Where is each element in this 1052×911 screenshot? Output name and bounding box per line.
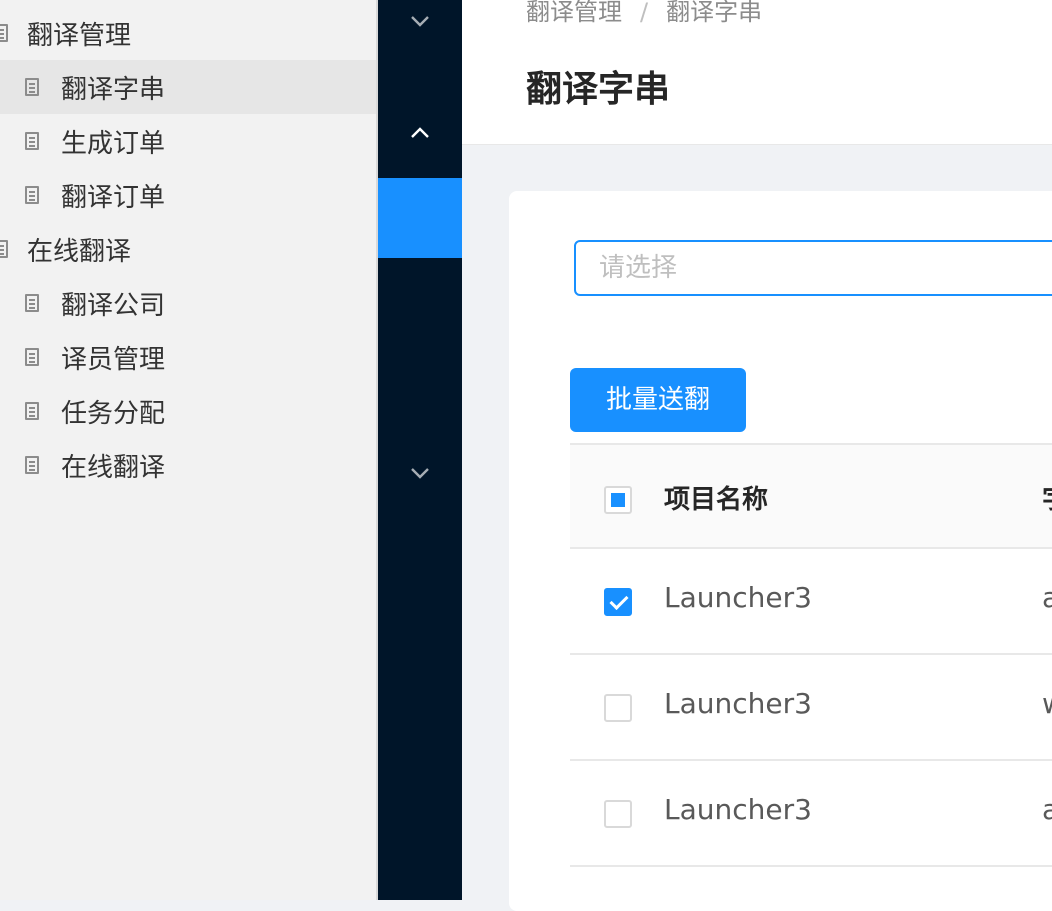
breadcrumb-item[interactable]: 翻译管理 bbox=[526, 0, 622, 26]
tree-item-label: 生成订单 bbox=[61, 128, 166, 159]
tree-item-translation-strings[interactable]: 翻译字串 bbox=[0, 60, 376, 114]
document-icon bbox=[25, 456, 39, 474]
breadcrumb-item: 翻译字串 bbox=[666, 0, 763, 26]
menu-tree: 翻译管理 翻译字串 生成订单 翻译订单 在线翻译 翻译公司 译员管理 任务分配 … bbox=[0, 0, 378, 900]
tree-item-translation-company[interactable]: 翻译公司 bbox=[0, 276, 376, 330]
project-select[interactable]: 请选择 bbox=[574, 240, 1052, 296]
chevron-down-icon[interactable] bbox=[405, 458, 435, 488]
project-name-cell: Launcher3 bbox=[664, 687, 812, 720]
document-icon bbox=[25, 348, 39, 366]
content-card: 请选择 批量送翻 项目名称 字 Launcher3 a Launcher3 w … bbox=[509, 191, 1052, 911]
side-nav-strip bbox=[378, 0, 462, 900]
tree-item-label: 在线翻译 bbox=[27, 236, 132, 267]
document-icon bbox=[25, 132, 39, 150]
tree-item-label: 在线翻译 bbox=[61, 452, 166, 483]
tree-item-translation-order[interactable]: 翻译订单 bbox=[0, 168, 376, 222]
table-cell: a bbox=[1042, 793, 1052, 826]
tree-item-generate-order[interactable]: 生成订单 bbox=[0, 114, 376, 168]
table-header: 项目名称 字 bbox=[570, 443, 1052, 549]
chevron-up-icon[interactable] bbox=[405, 118, 435, 148]
row-checkbox[interactable] bbox=[604, 588, 632, 616]
table-row[interactable]: Launcher3 a bbox=[570, 549, 1052, 655]
chevron-down-icon[interactable] bbox=[405, 6, 435, 36]
tree-item-label: 译员管理 bbox=[61, 344, 166, 375]
tree-item-label: 翻译管理 bbox=[27, 20, 132, 51]
document-icon bbox=[25, 78, 39, 96]
project-name-cell: Launcher3 bbox=[664, 581, 812, 614]
page-header: 翻译管理 / 翻译字串 翻译字串 bbox=[462, 0, 1052, 145]
table-row[interactable]: Launcher3 w bbox=[570, 655, 1052, 761]
batch-send-translation-button[interactable]: 批量送翻 bbox=[570, 368, 746, 432]
row-checkbox[interactable] bbox=[604, 694, 632, 722]
tree-item-translation-management[interactable]: 翻译管理 bbox=[0, 6, 376, 60]
tree-item-label: 翻译公司 bbox=[61, 290, 166, 321]
table-cell: a bbox=[1042, 581, 1052, 614]
tree-item-label: 任务分配 bbox=[61, 398, 166, 429]
tree-item-label: 翻译订单 bbox=[61, 182, 166, 213]
table-row[interactable]: Launcher3 a bbox=[570, 761, 1052, 867]
tree-item-translator-management[interactable]: 译员管理 bbox=[0, 330, 376, 384]
breadcrumb: 翻译管理 / 翻译字串 bbox=[526, 0, 762, 27]
select-all-checkbox[interactable] bbox=[604, 486, 632, 514]
tree-item-online-translation-group[interactable]: 在线翻译 bbox=[0, 222, 376, 276]
document-icon bbox=[25, 294, 39, 312]
tree-item-online-translation[interactable]: 在线翻译 bbox=[0, 438, 376, 492]
row-checkbox[interactable] bbox=[604, 800, 632, 828]
page-title: 翻译字串 bbox=[526, 69, 671, 110]
column-header: 字 bbox=[1042, 479, 1052, 516]
breadcrumb-separator: / bbox=[640, 0, 649, 26]
tree-item-label: 翻译字串 bbox=[61, 74, 166, 105]
document-icon bbox=[0, 24, 8, 42]
document-icon bbox=[25, 186, 39, 204]
active-menu-highlight[interactable] bbox=[378, 178, 462, 258]
tree-item-task-assignment[interactable]: 任务分配 bbox=[0, 384, 376, 438]
table-cell: w bbox=[1042, 687, 1052, 720]
document-icon bbox=[0, 240, 8, 258]
column-header-project-name: 项目名称 bbox=[664, 485, 769, 515]
document-icon bbox=[25, 402, 39, 420]
project-name-cell: Launcher3 bbox=[664, 793, 812, 826]
